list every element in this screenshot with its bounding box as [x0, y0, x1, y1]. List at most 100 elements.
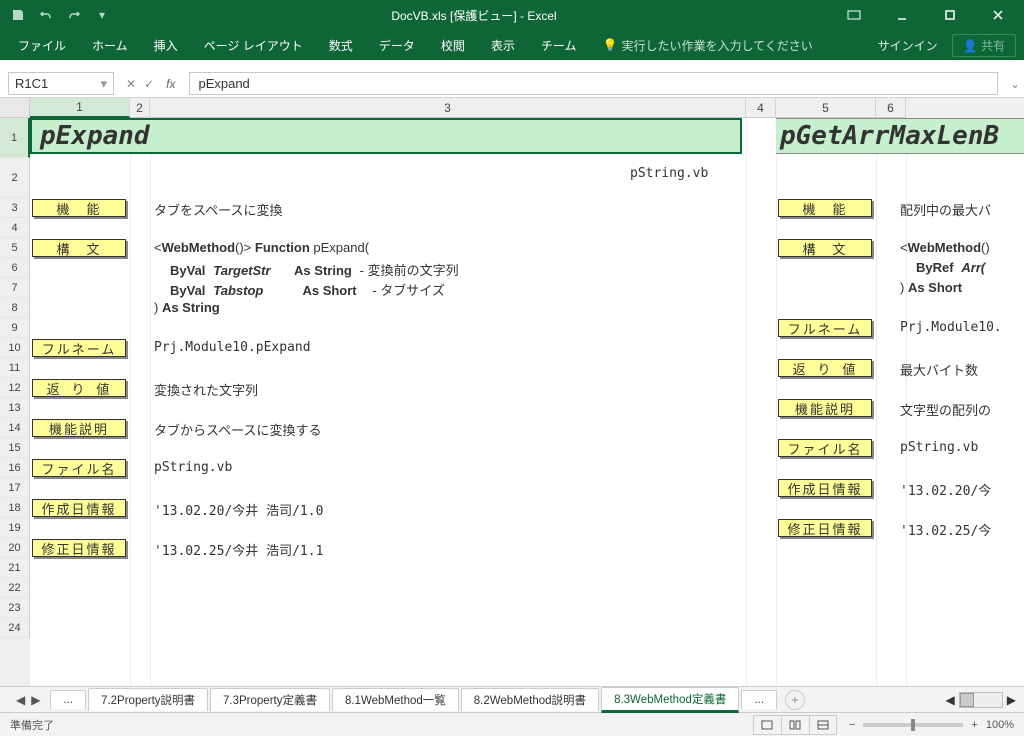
- cell-fullname[interactable]: Prj.Module10.pExpand: [154, 340, 311, 355]
- name-box[interactable]: R1C1 ▾: [8, 72, 114, 95]
- cell-title-right[interactable]: pGetArrMaxLenB: [776, 118, 1024, 154]
- zoom-slider[interactable]: [863, 723, 963, 727]
- sheet-tab-8-1[interactable]: 8.1WebMethod一覧: [332, 688, 459, 711]
- tab-team[interactable]: チーム: [531, 33, 587, 58]
- select-all-corner[interactable]: [0, 98, 30, 118]
- col-header-2[interactable]: 2: [130, 98, 150, 118]
- cell-modified-r[interactable]: '13.02.25/今: [900, 520, 991, 539]
- sheet-tab-7-3[interactable]: 7.3Property定義書: [210, 688, 330, 711]
- zoom-value[interactable]: 100%: [986, 719, 1014, 731]
- row-header-13[interactable]: 13: [0, 398, 30, 418]
- undo-icon[interactable]: [34, 3, 58, 27]
- sheet-tab-8-2[interactable]: 8.2WebMethod説明書: [461, 688, 599, 711]
- row-header-2[interactable]: 2: [0, 158, 30, 198]
- share-button[interactable]: 👤 共有: [952, 34, 1016, 57]
- tell-me[interactable]: 💡 実行したい作業を入力してください: [602, 37, 812, 54]
- zoom-out-icon[interactable]: −: [849, 719, 855, 731]
- scroll-left-icon[interactable]: ◀: [946, 693, 955, 707]
- tab-prev-icon[interactable]: ◀: [16, 693, 25, 707]
- cell-title-left[interactable]: pExpand: [30, 118, 742, 154]
- cell-modified[interactable]: '13.02.25/今井 浩司/1.1: [154, 540, 323, 559]
- cell-filename-r[interactable]: pString.vb: [900, 440, 978, 455]
- redo-icon[interactable]: [62, 3, 86, 27]
- cell-filename[interactable]: pString.vb: [154, 460, 232, 475]
- col-header-1[interactable]: 1: [30, 98, 130, 118]
- row-header-23[interactable]: 23: [0, 598, 30, 618]
- cancel-icon[interactable]: ✕: [126, 77, 136, 91]
- label-modified-r[interactable]: 修正日情報: [778, 519, 872, 537]
- ribbon-options-icon[interactable]: [834, 1, 874, 29]
- col-header-3[interactable]: 3: [150, 98, 746, 118]
- cell-file-link[interactable]: pString.vb: [630, 166, 708, 181]
- sheet-tab-7-2[interactable]: 7.2Property説明書: [88, 688, 208, 711]
- cell-syntax-r2[interactable]: ByRef Arr(: [916, 260, 985, 276]
- view-normal-icon[interactable]: [753, 715, 781, 735]
- signin-link[interactable]: サインイン: [878, 37, 938, 54]
- tab-view[interactable]: 表示: [481, 33, 525, 58]
- label-created[interactable]: 作成日情報: [32, 499, 126, 517]
- label-created-r[interactable]: 作成日情報: [778, 479, 872, 497]
- sheet-tab-dots2[interactable]: ...: [741, 690, 777, 709]
- cell-function-r[interactable]: 配列中の最大バ: [900, 200, 991, 219]
- save-icon[interactable]: [6, 3, 30, 27]
- cell-return[interactable]: 変換された文字列: [154, 380, 258, 399]
- cell-syntax-3[interactable]: ByVal Tabstop As Short - タブサイズ: [170, 280, 445, 299]
- tab-page-layout[interactable]: ページ レイアウト: [194, 33, 313, 58]
- row-header-8[interactable]: 8: [0, 298, 30, 318]
- row-header-14[interactable]: 14: [0, 418, 30, 438]
- tab-data[interactable]: データ: [369, 33, 425, 58]
- view-page-layout-icon[interactable]: [781, 715, 809, 735]
- label-desc[interactable]: 機能説明: [32, 419, 126, 437]
- row-header-19[interactable]: 19: [0, 518, 30, 538]
- row-header-9[interactable]: 9: [0, 318, 30, 338]
- row-header-5[interactable]: 5: [0, 238, 30, 258]
- cell-syntax-r1[interactable]: <WebMethod(): [900, 240, 990, 256]
- row-header-18[interactable]: 18: [0, 498, 30, 518]
- cell-desc[interactable]: タブからスペースに変換する: [154, 420, 321, 439]
- tab-review[interactable]: 校閲: [431, 33, 475, 58]
- cell-syntax-2[interactable]: ByVal TargetStr As String - 変換前の文字列: [170, 260, 459, 279]
- tab-home[interactable]: ホーム: [82, 33, 138, 58]
- label-syntax[interactable]: 構 文: [32, 239, 126, 257]
- label-modified[interactable]: 修正日情報: [32, 539, 126, 557]
- sheet-tab-dots[interactable]: ...: [50, 690, 86, 709]
- cell-desc-r[interactable]: 文字型の配列の: [900, 400, 991, 419]
- row-header-12[interactable]: 12: [0, 378, 30, 398]
- minimize-icon[interactable]: [882, 1, 922, 29]
- row-header-15[interactable]: 15: [0, 438, 30, 458]
- tab-file[interactable]: ファイル: [8, 33, 76, 58]
- label-function-r[interactable]: 機 能: [778, 199, 872, 217]
- row-header-1[interactable]: 1: [0, 118, 30, 158]
- cell-created[interactable]: '13.02.20/今井 浩司/1.0: [154, 500, 323, 519]
- tab-next-icon[interactable]: ▶: [31, 693, 40, 707]
- tab-insert[interactable]: 挿入: [144, 33, 188, 58]
- row-header-16[interactable]: 16: [0, 458, 30, 478]
- view-page-break-icon[interactable]: [809, 715, 837, 735]
- close-icon[interactable]: [978, 1, 1018, 29]
- h-scrollbar-thumb[interactable]: [960, 693, 974, 707]
- row-header-17[interactable]: 17: [0, 478, 30, 498]
- label-filename-r[interactable]: ファイル名: [778, 439, 872, 457]
- h-scrollbar[interactable]: [959, 692, 1003, 708]
- label-return[interactable]: 返 り 値: [32, 379, 126, 397]
- formula-input[interactable]: pExpand: [189, 72, 998, 95]
- row-header-3[interactable]: 3: [0, 198, 30, 218]
- row-header-24[interactable]: 24: [0, 618, 30, 638]
- fx-icon[interactable]: fx: [162, 77, 179, 91]
- label-function[interactable]: 機 能: [32, 199, 126, 217]
- label-fullname[interactable]: フルネーム: [32, 339, 126, 357]
- row-header-10[interactable]: 10: [0, 338, 30, 358]
- cell-function[interactable]: タブをスペースに変換: [154, 200, 282, 219]
- enter-icon[interactable]: ✓: [144, 77, 154, 91]
- row-header-21[interactable]: 21: [0, 558, 30, 578]
- row-header-7[interactable]: 7: [0, 278, 30, 298]
- col-header-5[interactable]: 5: [776, 98, 876, 118]
- row-header-6[interactable]: 6: [0, 258, 30, 278]
- chevron-down-icon[interactable]: ▾: [100, 76, 107, 92]
- tab-formulas[interactable]: 数式: [319, 33, 363, 58]
- row-header-4[interactable]: 4: [0, 218, 30, 238]
- maximize-icon[interactable]: [930, 1, 970, 29]
- col-header-4[interactable]: 4: [746, 98, 776, 118]
- col-header-6[interactable]: 6: [876, 98, 906, 118]
- scroll-right-icon[interactable]: ▶: [1007, 693, 1016, 707]
